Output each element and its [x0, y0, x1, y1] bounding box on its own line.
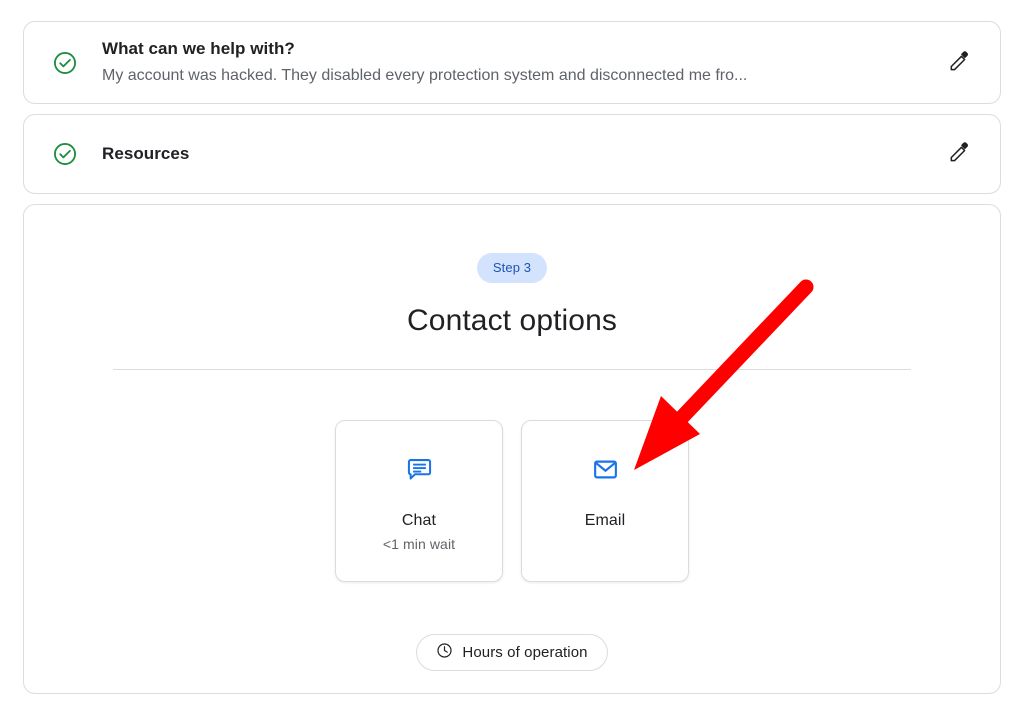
email-envelope-icon [592, 454, 619, 484]
edit-question-button[interactable] [938, 43, 978, 83]
chat-option-card[interactable]: Chat <1 min wait [335, 420, 503, 582]
divider [113, 369, 911, 370]
email-option-card[interactable]: Email [521, 420, 689, 582]
step-title: Resources [102, 144, 190, 163]
step-card-resources[interactable]: Resources [23, 114, 1001, 194]
support-contact-page: What can we help with? My account was ha… [0, 0, 1024, 720]
check-circle-icon [50, 139, 80, 169]
check-circle-icon [50, 48, 80, 78]
step-badge: Step 3 [476, 253, 548, 283]
chat-bubble-icon [406, 454, 433, 484]
hours-of-operation-label: Hours of operation [462, 644, 588, 661]
page-title: Contact options [407, 304, 617, 337]
step-text-block: What can we help with? My account was ha… [102, 37, 938, 88]
pencil-icon [947, 141, 970, 167]
step-text-block: Resources [102, 142, 938, 166]
chat-wait-time: <1 min wait [382, 536, 456, 552]
clock-icon [436, 642, 453, 663]
contact-options-row: Chat <1 min wait Email [335, 420, 689, 582]
step-row: Resources [24, 115, 1000, 193]
pencil-icon [947, 50, 970, 76]
edit-resources-button[interactable] [938, 134, 978, 174]
step-card-question[interactable]: What can we help with? My account was ha… [23, 21, 1001, 104]
email-option-label: Email [584, 512, 626, 529]
hours-of-operation-button[interactable]: Hours of operation [416, 634, 608, 671]
chat-option-label: Chat [401, 512, 437, 529]
contact-options-card: Step 3 Contact options Chat <1 min wait [23, 204, 1001, 694]
step-summary: My account was hacked. They disabled eve… [102, 67, 748, 84]
step-row: What can we help with? My account was ha… [24, 22, 1000, 103]
step-title: What can we help with? [102, 39, 295, 58]
